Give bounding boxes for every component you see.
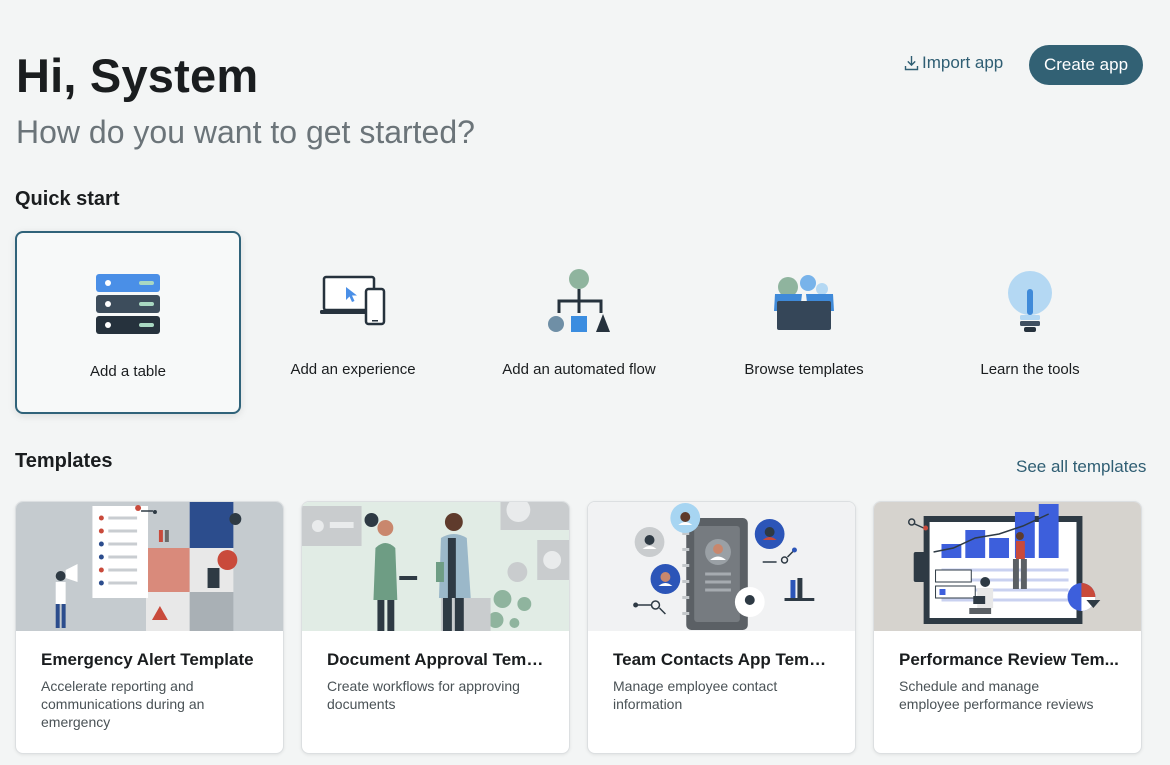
template-card-performance-review[interactable]: Performance Review Tem... Schedule and m… [873, 501, 1142, 754]
template-name: Performance Review Tem... [899, 650, 1119, 669]
performance-review-illustration [874, 502, 1141, 631]
quick-start-label: Browse templates [744, 361, 864, 378]
quick-start-add-flow[interactable]: Add an automated flow [466, 231, 692, 414]
document-approval-illustration [302, 502, 569, 631]
quick-start-add-table[interactable]: Add a table [15, 231, 241, 414]
page-subtitle: How do you want to get started? [16, 114, 475, 150]
see-all-templates-link[interactable]: See all templates [1016, 457, 1146, 477]
template-description: Create workflows for approving documents [327, 678, 520, 712]
emergency-alert-illustration [16, 502, 283, 631]
devices-icon [318, 267, 388, 337]
quick-start-label: Add an automated flow [502, 361, 656, 378]
templates-box-icon [769, 267, 839, 337]
page-title: Hi, System [16, 49, 259, 102]
quick-start-label: Add an experience [290, 361, 416, 378]
import-app-link[interactable]: Import app [904, 53, 1003, 73]
import-app-label: Import app [922, 53, 1004, 72]
download-icon [904, 56, 919, 71]
templates-heading: Templates [15, 450, 113, 472]
team-contacts-illustration [588, 502, 855, 631]
template-card-team-contacts[interactable]: Team Contacts App Templ... Manage employ… [587, 501, 856, 754]
template-card-document-approval[interactable]: Document Approval Temp... Create workflo… [301, 501, 570, 754]
quick-start-learn-tools[interactable]: Learn the tools [917, 231, 1143, 414]
table-icon [93, 269, 163, 339]
template-description: Schedule and manage employee performance… [899, 678, 1094, 712]
template-description: Manage employee contact information [613, 678, 778, 712]
quick-start-label: Add a table [90, 363, 166, 380]
create-app-button[interactable]: Create app [1029, 45, 1143, 85]
template-description: Accelerate reporting and communications … [41, 678, 205, 730]
quick-start-heading: Quick start [15, 188, 120, 210]
lightbulb-icon [995, 267, 1065, 337]
template-name: Team Contacts App Templ... [613, 650, 833, 669]
flow-icon [544, 267, 614, 337]
template-card-emergency-alert[interactable]: Emergency Alert Template Accelerate repo… [15, 501, 284, 754]
template-name: Document Approval Temp... [327, 650, 547, 669]
template-name: Emergency Alert Template [41, 650, 254, 669]
quick-start-label: Learn the tools [980, 361, 1080, 378]
quick-start-browse-templates[interactable]: Browse templates [691, 231, 917, 414]
quick-start-add-experience[interactable]: Add an experience [240, 231, 466, 414]
